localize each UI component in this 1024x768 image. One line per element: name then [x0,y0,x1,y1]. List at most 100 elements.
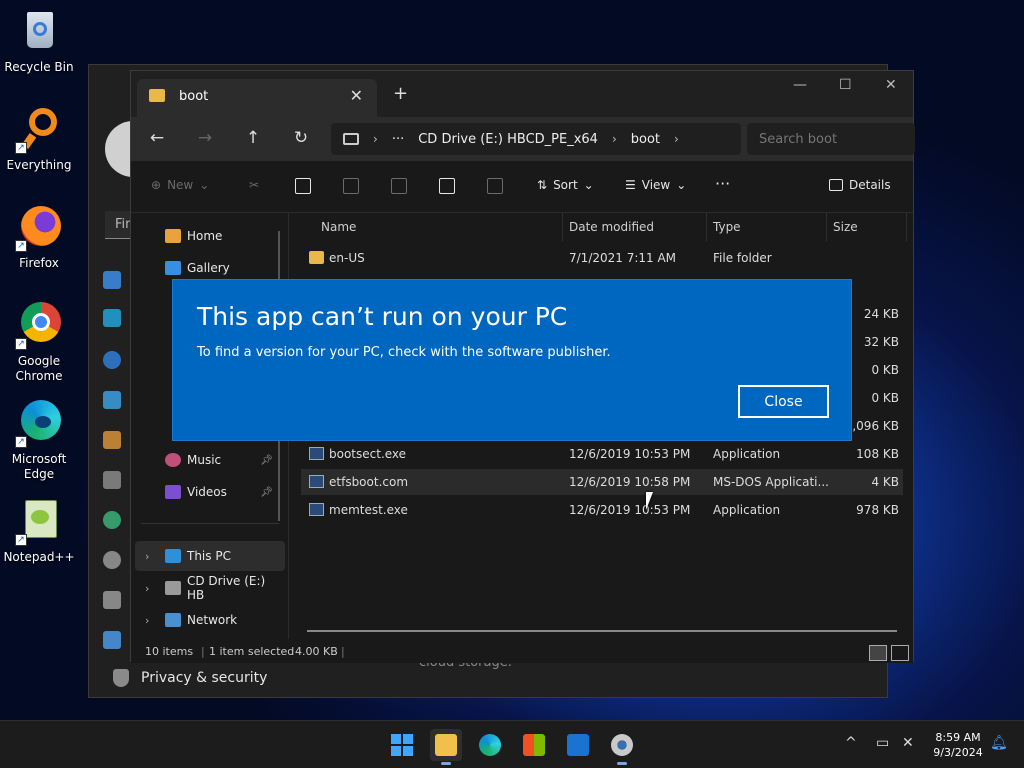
new-label: New [167,178,194,192]
cut-button[interactable]: ✂ [249,178,259,192]
file-size: 0 KB [871,363,899,377]
computer-icon [165,549,181,563]
copy-button[interactable] [295,178,311,194]
close-tab-icon[interactable]: ✕ [350,86,363,105]
minimize-button[interactable]: — [793,77,807,93]
back-button[interactable]: ← [145,126,169,150]
settings-item-privacy[interactable]: Privacy & security [113,669,267,687]
chevron-right-icon: › [674,132,679,146]
details-pane-icon [829,179,843,191]
table-row[interactable]: bootsect.exe 12/6/2019 10:53 PM Applicat… [301,441,903,467]
chevron-right-icon[interactable]: › [145,582,149,595]
gear-icon [611,734,633,756]
network-icon[interactable]: ▭ [876,735,889,751]
apps-icon[interactable] [103,471,121,489]
close-window-button[interactable]: ✕ [885,77,897,93]
dialog-message: To find a version for your PC, check wit… [197,345,611,360]
folder-icon [435,734,457,756]
column-header-size[interactable]: Size [833,213,907,241]
tiles-view-toggle[interactable] [891,645,909,661]
clock[interactable]: 8:59 AM 9/3/2024 [925,730,991,760]
accounts-icon[interactable] [103,511,121,529]
accessibility-icon[interactable] [103,631,121,649]
up-button[interactable]: ↑ [241,126,265,150]
start-button[interactable] [386,729,418,761]
taskbar-store[interactable] [518,729,550,761]
sidebar-item-network[interactable]: › Network [135,605,285,635]
desktop-icon-label: Recycle Bin [4,60,74,74]
system-icon[interactable] [103,309,121,327]
breadcrumb-folder[interactable]: boot [631,132,660,147]
tray-overflow-icon[interactable]: ^ [845,735,857,751]
recycle-bin-icon [15,8,63,56]
forward-button[interactable]: → [193,126,217,150]
tab-boot[interactable]: boot ✕ [137,79,377,117]
breadcrumb-more[interactable]: ··· [392,132,404,147]
pin-icon[interactable]: 📌︎ [260,455,273,466]
desktop-icon-chrome[interactable]: ↗ Google Chrome [0,302,78,384]
home-icon[interactable] [103,271,121,289]
column-header-name[interactable]: Name [321,213,563,241]
edge-icon [479,734,501,756]
sort-icon: ⇅ [537,178,548,192]
taskbar-settings[interactable] [606,729,638,765]
pin-icon[interactable]: 📌︎ [260,487,273,498]
details-view-toggle[interactable] [869,645,887,661]
table-row[interactable]: en-US 7/1/2021 7:11 AM File folder [301,245,903,271]
sort-button[interactable]: ⇅ Sort ⌄ [537,178,594,192]
taskbar-edge[interactable] [474,729,506,761]
cd-drive-icon [165,581,181,595]
volume-muted-icon[interactable]: ✕ [902,735,914,751]
sidebar-item-label: Videos [187,485,227,499]
column-header-date[interactable]: Date modified [569,213,707,241]
sidebar-item-label: Gallery [187,261,230,275]
file-size: 4 KB [871,475,899,489]
chevron-right-icon[interactable]: › [145,550,149,563]
file-size: 978 KB [856,503,899,517]
breadcrumb-drive[interactable]: CD Drive (E:) HBCD_PE_x64 [418,132,598,147]
desktop-icon-recycle-bin[interactable]: Recycle Bin [0,8,78,75]
time-language-icon[interactable] [103,551,121,569]
desktop-icon-notepadpp[interactable]: ↗ Notepad++ [0,498,78,565]
desktop-icon-firefox[interactable]: ↗ Firefox [0,204,78,271]
breadcrumb[interactable]: › ··· CD Drive (E:) HBCD_PE_x64 › boot › [331,123,741,155]
rename-button[interactable] [391,178,407,194]
refresh-button[interactable]: ↻ [289,126,313,150]
details-button[interactable]: Details [829,178,891,192]
personalization-icon[interactable] [103,431,121,449]
view-button[interactable]: ☰ View ⌄ [625,178,686,192]
maximize-button[interactable]: ☐ [839,77,852,93]
delete-button[interactable] [487,178,503,194]
notification-bell-icon[interactable]: 🔔︎ [990,735,1008,751]
sidebar-item-cd-drive[interactable]: › CD Drive (E:) HB [135,573,285,603]
sidebar-item-this-pc[interactable]: › This PC [135,541,285,571]
paste-button[interactable] [343,178,359,194]
sidebar-item-videos[interactable]: Videos 📌︎ [135,477,285,507]
network-icon[interactable] [103,391,121,409]
taskbar-file-explorer[interactable] [430,729,462,765]
taskbar: ^ ▭ ✕ 8:59 AM 9/3/2024 🔔︎ [0,720,1024,768]
shield-icon [113,669,129,687]
desktop-icon-edge[interactable]: ↗ Microsoft Edge [0,400,78,482]
sort-label: Sort [553,178,578,192]
file-name: etfsboot.com [329,475,409,489]
sidebar-item-music[interactable]: Music 📌︎ [135,445,285,475]
search-input[interactable] [747,123,915,155]
chevron-right-icon[interactable]: › [145,614,149,627]
table-row[interactable]: etfsboot.com 12/6/2019 10:58 PM MS-DOS A… [301,469,903,495]
new-button[interactable]: ⊕ New ⌄ [151,178,209,192]
desktop-icon-everything[interactable]: ↗ Everything [0,106,78,173]
new-tab-button[interactable]: + [393,83,408,104]
gaming-icon[interactable] [103,591,121,609]
more-options-button[interactable]: ··· [715,174,730,193]
table-row[interactable]: memtest.exe 12/6/2019 10:53 PM Applicati… [301,497,903,523]
file-type: File folder [713,251,772,265]
share-button[interactable] [439,178,455,194]
sidebar-item-home[interactable]: Home [135,221,285,251]
column-header-type[interactable]: Type [713,213,827,241]
taskbar-outlook[interactable] [562,729,594,761]
scissors-icon: ✂ [249,178,260,192]
horizontal-scrollbar[interactable] [307,630,897,632]
close-button[interactable]: Close [738,385,829,418]
bluetooth-icon[interactable] [103,351,121,369]
